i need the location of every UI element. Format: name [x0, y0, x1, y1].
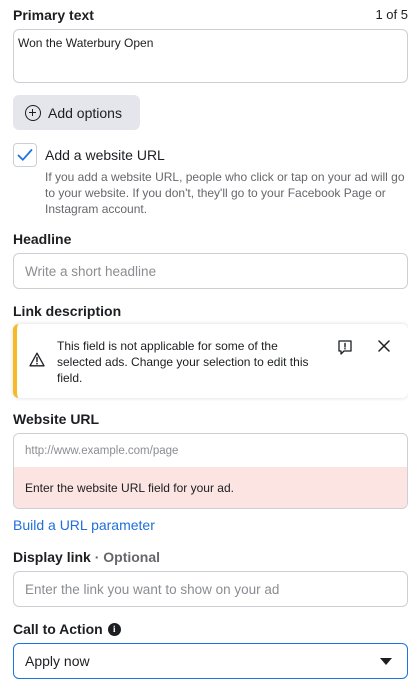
add-options-label: Add options	[48, 104, 122, 121]
headline-label: Headline	[13, 231, 72, 247]
call-to-action-select[interactable]: Apply now	[13, 643, 408, 679]
website-url-checkbox[interactable]	[13, 143, 37, 167]
primary-text-counter: 1 of 5	[375, 7, 408, 22]
website-url-help-text: If you add a website URL, people who cli…	[45, 170, 405, 216]
display-link-input[interactable]	[13, 571, 408, 607]
feedback-icon[interactable]	[337, 339, 353, 356]
website-url-checkbox-label: Add a website URL	[45, 147, 165, 163]
website-url-label: Website URL	[13, 411, 100, 427]
primary-text-label: Primary text	[13, 7, 94, 23]
add-options-button[interactable]: Add options	[13, 95, 140, 130]
website-url-input[interactable]	[14, 434, 407, 467]
headline-input[interactable]	[13, 253, 408, 289]
close-icon[interactable]	[377, 339, 391, 353]
link-description-label: Link description	[13, 303, 122, 319]
plus-circle-icon	[25, 104, 41, 121]
build-url-parameter-link[interactable]: Build a URL parameter	[13, 517, 155, 533]
checkmark-icon	[17, 149, 33, 161]
optional-tag: · Optional	[90, 549, 161, 565]
call-to-action-label: Call to Action	[13, 621, 103, 637]
warning-icon	[29, 352, 45, 367]
website-url-field: Enter the website URL field for your ad.	[13, 433, 408, 509]
warning-message: This field is not applicable for some of…	[57, 339, 309, 385]
call-to-action-value: Apply now	[25, 653, 90, 669]
display-link-label: Display link · Optional	[13, 549, 160, 565]
dropdown-caret-icon	[380, 657, 392, 665]
website-url-error: Enter the website URL field for your ad.	[14, 467, 407, 508]
info-icon[interactable]: i	[107, 622, 121, 636]
primary-text-field[interactable]: Won the Waterbury Open	[13, 29, 408, 83]
display-link-label-text: Display link	[13, 549, 91, 565]
call-to-action-label-row: Call to Action i	[13, 621, 121, 637]
